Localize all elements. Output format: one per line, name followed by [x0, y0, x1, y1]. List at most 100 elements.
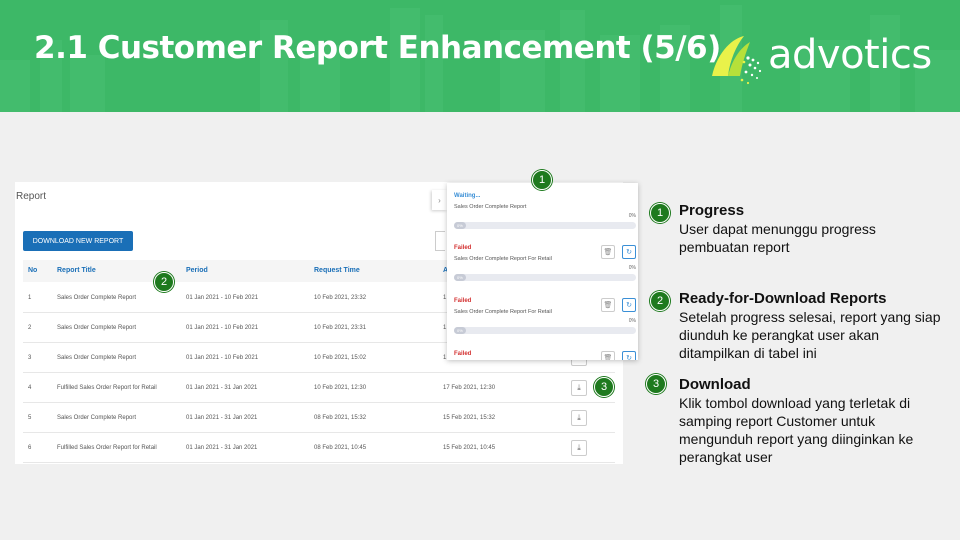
- retry-button[interactable]: ↻: [622, 298, 636, 312]
- delete-button[interactable]: 🗑: [601, 351, 615, 360]
- row-no: 4: [28, 385, 32, 391]
- desc-marker-1: 1: [650, 203, 670, 223]
- chevron-right-icon: ›: [438, 195, 441, 205]
- download-button[interactable]: ⤓: [571, 410, 587, 426]
- progress-item: Failed Sales Order Complete Report For R…: [454, 298, 636, 334]
- description-line: User dapat menunggu progress: [679, 221, 876, 237]
- description-line: Setelah progress selesai, report yang si…: [679, 309, 941, 325]
- report-progress-panel: Waiting... Sales Order Complete Report 0…: [447, 183, 638, 360]
- progress-bar-label: 0%: [457, 223, 463, 228]
- table-row: 4 Fulfilled Sales Order Report for Retai…: [23, 373, 615, 403]
- row-request-time: 08 Feb 2021, 10:45: [314, 445, 367, 451]
- page-title: Report: [16, 191, 47, 202]
- retry-icon: ↻: [626, 355, 632, 360]
- row-period: 01 Jan 2021 - 31 Jan 2021: [186, 415, 258, 421]
- row-period: 01 Jan 2021 - 31 Jan 2021: [186, 445, 258, 451]
- row-no: 3: [28, 355, 32, 361]
- description-line: Klik tombol download yang terletak di: [679, 395, 911, 411]
- progress-report-name: Sales Order Complete Report: [454, 204, 527, 210]
- desc-marker-3: 3: [646, 374, 666, 394]
- row-request-time: 10 Feb 2021, 15:02: [314, 355, 367, 361]
- description-line: ditampilkan di tabel ini: [679, 345, 817, 361]
- row-period: 01 Jan 2021 - 31 Jan 2021: [186, 385, 258, 391]
- collapse-panel-button[interactable]: ›: [432, 190, 447, 210]
- desc-marker-2: 2: [650, 291, 670, 311]
- row-report-title: Sales Order Complete Report: [57, 295, 137, 301]
- retry-button[interactable]: ↻: [622, 351, 636, 360]
- row-report-title: Sales Order Complete Report: [57, 415, 137, 421]
- row-report-title: Sales Order Complete Report: [57, 355, 137, 361]
- marker-progress: 1: [532, 170, 552, 190]
- trash-icon: 🗑: [603, 249, 613, 256]
- progress-item: Failed 🗑 ↻: [454, 351, 636, 360]
- retry-icon: ↻: [626, 302, 632, 309]
- row-request-time: 08 Feb 2021, 15:32: [314, 415, 367, 421]
- trash-icon: 🗑: [603, 302, 613, 309]
- description-line: mengunduh report yang diinginkan ke: [679, 431, 914, 447]
- slide-title: 2.1 Customer Report Enhancement (5/6): [34, 30, 721, 66]
- progress-status: Waiting...: [454, 193, 481, 199]
- row-available: 1: [443, 325, 447, 331]
- download-button[interactable]: ⤓: [571, 380, 587, 396]
- column-header-period: Period: [186, 267, 208, 274]
- marker-ready-reports: 2: [154, 272, 174, 292]
- row-available: 1: [443, 295, 447, 301]
- description-title: Progress: [679, 202, 745, 219]
- row-report-title: Sales Order Complete Report: [57, 325, 137, 331]
- progress-bar: 0%: [454, 327, 636, 334]
- column-header-request-time: Request Time: [314, 267, 360, 274]
- progress-item: Failed Sales Order Complete Report For R…: [454, 245, 636, 281]
- row-no: 1: [28, 295, 32, 301]
- delete-button[interactable]: 🗑: [601, 298, 615, 312]
- row-period: 01 Jan 2021 - 10 Feb 2021: [186, 325, 259, 331]
- description-line: pembuatan report: [679, 239, 790, 255]
- description-line: samping report Customer untuk: [679, 413, 876, 429]
- download-new-report-button[interactable]: DOWNLOAD NEW REPORT: [23, 231, 133, 251]
- progress-bar: 0%: [454, 274, 636, 281]
- table-row: 6 Fulfilled Sales Order Report for Retai…: [23, 433, 615, 463]
- logo-text: advotics: [768, 32, 932, 78]
- progress-bar-label: 0%: [457, 275, 463, 280]
- download-icon: ⤓: [577, 443, 581, 452]
- marker-download: 3: [594, 377, 614, 397]
- row-report-title: Fulfilled Sales Order Report for Retail: [57, 385, 157, 391]
- row-available: 17 Feb 2021, 12:30: [443, 385, 496, 391]
- advotics-leaf-icon: [712, 36, 762, 85]
- row-available: 1: [443, 355, 447, 361]
- retry-icon: ↻: [626, 249, 632, 256]
- row-available: 15 Feb 2021, 15:32: [443, 415, 496, 421]
- row-no: 5: [28, 415, 32, 421]
- progress-percent: 0%: [628, 265, 636, 271]
- row-period: 01 Jan 2021 - 10 Feb 2021: [186, 295, 259, 301]
- description-ready-reports: Ready-for-Download Reports Setelah progr…: [679, 290, 959, 362]
- table-row: 5 Sales Order Complete Report 01 Jan 202…: [23, 403, 615, 433]
- description-line: diunduh ke perangkat user akan: [679, 327, 880, 343]
- row-request-time: 10 Feb 2021, 23:31: [314, 325, 367, 331]
- slide-header: 2.1 Customer Report Enhancement (5/6) ad…: [0, 0, 960, 112]
- download-icon: ⤓: [577, 413, 581, 422]
- row-available: 15 Feb 2021, 10:45: [443, 445, 496, 451]
- description-progress: Progress User dapat menunggu progress pe…: [679, 202, 959, 256]
- row-period: 01 Jan 2021 - 10 Feb 2021: [186, 355, 259, 361]
- retry-button[interactable]: ↻: [622, 245, 636, 259]
- progress-percent: 0%: [628, 213, 636, 219]
- progress-bar-label: 0%: [457, 328, 463, 333]
- row-request-time: 10 Feb 2021, 12:30: [314, 385, 367, 391]
- description-title: Ready-for-Download Reports: [679, 290, 887, 307]
- filter-control[interactable]: [435, 231, 445, 251]
- column-header-no: No: [28, 267, 38, 274]
- row-request-time: 10 Feb 2021, 23:32: [314, 295, 367, 301]
- description-title: Download: [679, 376, 751, 393]
- delete-button[interactable]: 🗑: [601, 245, 615, 259]
- advotics-logo: advotics: [706, 30, 936, 90]
- download-button[interactable]: ⤓: [571, 440, 587, 456]
- download-icon: ⤓: [577, 383, 581, 392]
- progress-percent: 0%: [628, 318, 636, 324]
- column-header-report-title: Report Title: [57, 267, 96, 274]
- description-download: Download Klik tombol download yang terle…: [679, 376, 959, 466]
- row-no: 2: [28, 325, 32, 331]
- row-no: 6: [28, 445, 32, 451]
- row-report-title: Fulfilled Sales Order Report for Retail: [57, 445, 157, 451]
- trash-icon: 🗑: [603, 355, 613, 360]
- progress-item: Waiting... Sales Order Complete Report 0…: [454, 193, 636, 229]
